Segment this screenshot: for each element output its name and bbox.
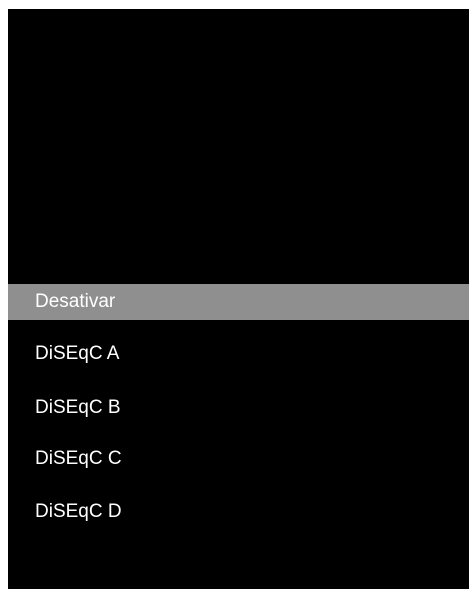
option-diseqc-c[interactable]: DiSEqC C (8, 441, 469, 477)
option-diseqc-a[interactable]: DiSEqC A (8, 336, 469, 372)
option-desativar[interactable]: Desativar (8, 284, 469, 320)
option-diseqc-d[interactable]: DiSEqC D (8, 494, 469, 530)
option-diseqc-b[interactable]: DiSEqC B (8, 390, 469, 426)
tv-screen: Desativar DiSEqC A DiSEqC B DiSEqC C DiS… (8, 9, 469, 589)
